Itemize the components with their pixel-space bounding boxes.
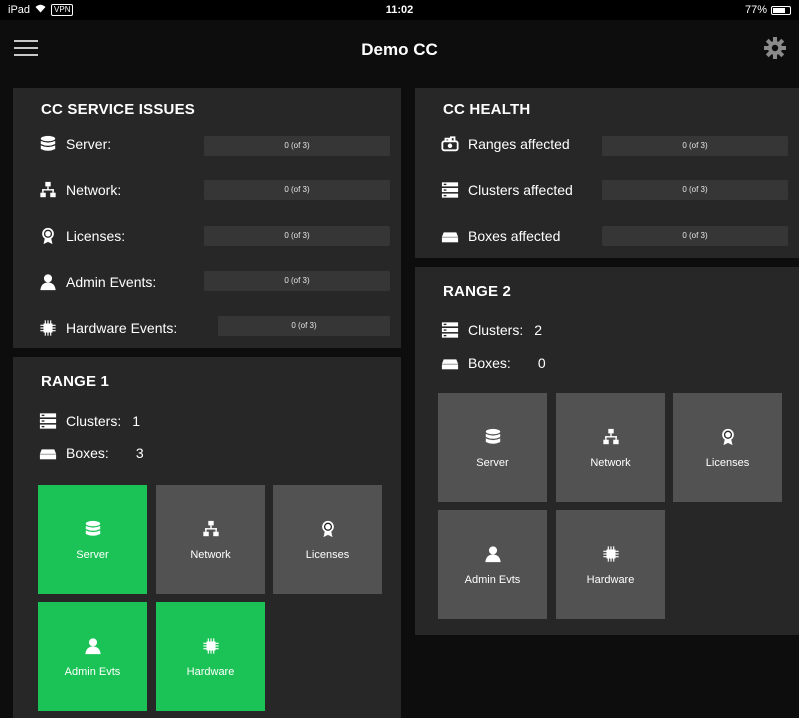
tile-label: Admin Evts [464, 573, 521, 586]
clusters-count: 1 [132, 413, 141, 429]
panel-title: CC HEALTH [443, 101, 531, 118]
chip-icon [601, 544, 621, 564]
tile-label: Hardware [586, 573, 635, 586]
server-value: 0 (of 3) [204, 136, 390, 156]
service-row-network: Network: [39, 178, 121, 202]
clusters-icon [441, 181, 459, 199]
status-time: 11:02 [385, 4, 414, 16]
range2-boxes: Boxes: 0 [441, 351, 546, 375]
range1-tile-admin-evts[interactable]: Admin Evts [38, 602, 147, 711]
ranges-icon [441, 135, 459, 153]
user-icon [83, 636, 103, 656]
row-label: Network: [66, 182, 122, 198]
server-icon [39, 135, 57, 153]
service-row-admin-events: Admin Events: [39, 270, 156, 294]
admin-events-value: 0 (of 3) [204, 271, 390, 291]
boxes-count: 3 [135, 445, 144, 461]
service-row-server: Server: [39, 132, 111, 156]
health-panel: CC HEALTH Ranges affected 0 (of 3) Clust… [415, 88, 799, 258]
network-icon [601, 427, 621, 447]
license-icon [718, 427, 738, 447]
row-label: Boxes affected [468, 228, 561, 244]
panel-title: RANGE 1 [41, 373, 110, 390]
nav-bar: Demo CC [0, 20, 799, 77]
row-label: Licenses: [66, 228, 126, 244]
range1-tile-hardware[interactable]: Hardware [156, 602, 265, 711]
server-icon [83, 519, 103, 539]
status-right: 77% [745, 4, 791, 16]
health-row-ranges: Ranges affected [441, 132, 570, 156]
panel-title: RANGE 2 [443, 283, 512, 300]
tile-label: Network [190, 548, 231, 561]
range1-tile-network[interactable]: Network [156, 485, 265, 594]
tile-label: Admin Evts [64, 665, 121, 678]
gear-icon[interactable] [763, 36, 787, 60]
ranges-value: 0 (of 3) [602, 136, 788, 156]
service-issues-panel: CC SERVICE ISSUES Server: 0 (of 3) Netwo… [13, 88, 401, 348]
range2-tile-server[interactable]: Server [438, 393, 547, 502]
range1-clusters: Clusters: 1 [39, 409, 140, 433]
range1-boxes: Boxes: 3 [39, 441, 144, 465]
range2-tile-network[interactable]: Network [556, 393, 665, 502]
license-icon [318, 519, 338, 539]
tile-label: Hardware [186, 665, 235, 678]
range2-tile-hardware[interactable]: Hardware [556, 510, 665, 619]
server-icon [483, 427, 503, 447]
range1-tile-server[interactable]: Server [38, 485, 147, 594]
range1-tile-licenses[interactable]: Licenses [273, 485, 382, 594]
clusters-label: Clusters: [66, 413, 122, 429]
tile-label: Licenses [305, 548, 350, 561]
health-row-clusters: Clusters affected [441, 178, 573, 202]
network-icon [201, 519, 221, 539]
user-icon [483, 544, 503, 564]
range2-tile-licenses[interactable]: Licenses [673, 393, 782, 502]
row-label: Clusters affected [468, 182, 573, 198]
clusters-count: 2 [534, 322, 543, 338]
license-icon [39, 227, 57, 245]
service-row-hardware-events: Hardware Events: [39, 316, 177, 340]
boxes-value: 0 (of 3) [602, 226, 788, 246]
box-icon [441, 227, 459, 245]
row-label: Hardware Events: [66, 320, 178, 336]
clusters-label: Clusters: [468, 322, 524, 338]
box-icon [441, 354, 459, 372]
boxes-label: Boxes: [468, 355, 511, 371]
tile-label: Network [590, 456, 631, 469]
health-row-boxes: Boxes affected [441, 224, 560, 248]
clusters-icon [39, 412, 57, 430]
range2-tile-admin-evts[interactable]: Admin Evts [438, 510, 547, 619]
tile-label: Server [76, 548, 109, 561]
box-icon [39, 444, 57, 462]
chip-icon [39, 319, 57, 337]
panel-title: CC SERVICE ISSUES [41, 101, 196, 118]
boxes-count: 0 [537, 355, 546, 371]
status-bar: iPad VPN 11:02 77% [0, 0, 799, 20]
tile-label: Server [476, 456, 509, 469]
licenses-value: 0 (of 3) [204, 226, 390, 246]
network-icon [39, 181, 57, 199]
row-label: Admin Events: [66, 274, 157, 290]
range1-panel: RANGE 1 Clusters: 1 Boxes: 3 Server Netw… [13, 357, 401, 718]
boxes-label: Boxes: [66, 445, 109, 461]
service-row-licenses: Licenses: [39, 224, 125, 248]
clusters-value: 0 (of 3) [602, 180, 788, 200]
network-value: 0 (of 3) [204, 180, 390, 200]
clusters-icon [441, 321, 459, 339]
battery-icon [771, 5, 791, 15]
row-label: Ranges affected [468, 136, 570, 152]
chip-icon [201, 636, 221, 656]
row-label: Server: [66, 136, 112, 152]
page-title: Demo CC [361, 40, 438, 59]
battery-percent: 77% [744, 4, 767, 16]
hardware-events-value: 0 (of 3) [218, 316, 390, 336]
range2-clusters: Clusters: 2 [441, 318, 542, 342]
tile-label: Licenses [705, 456, 750, 469]
user-icon [39, 273, 57, 291]
range2-panel: RANGE 2 Clusters: 2 Boxes: 0 Server Netw… [415, 267, 799, 635]
